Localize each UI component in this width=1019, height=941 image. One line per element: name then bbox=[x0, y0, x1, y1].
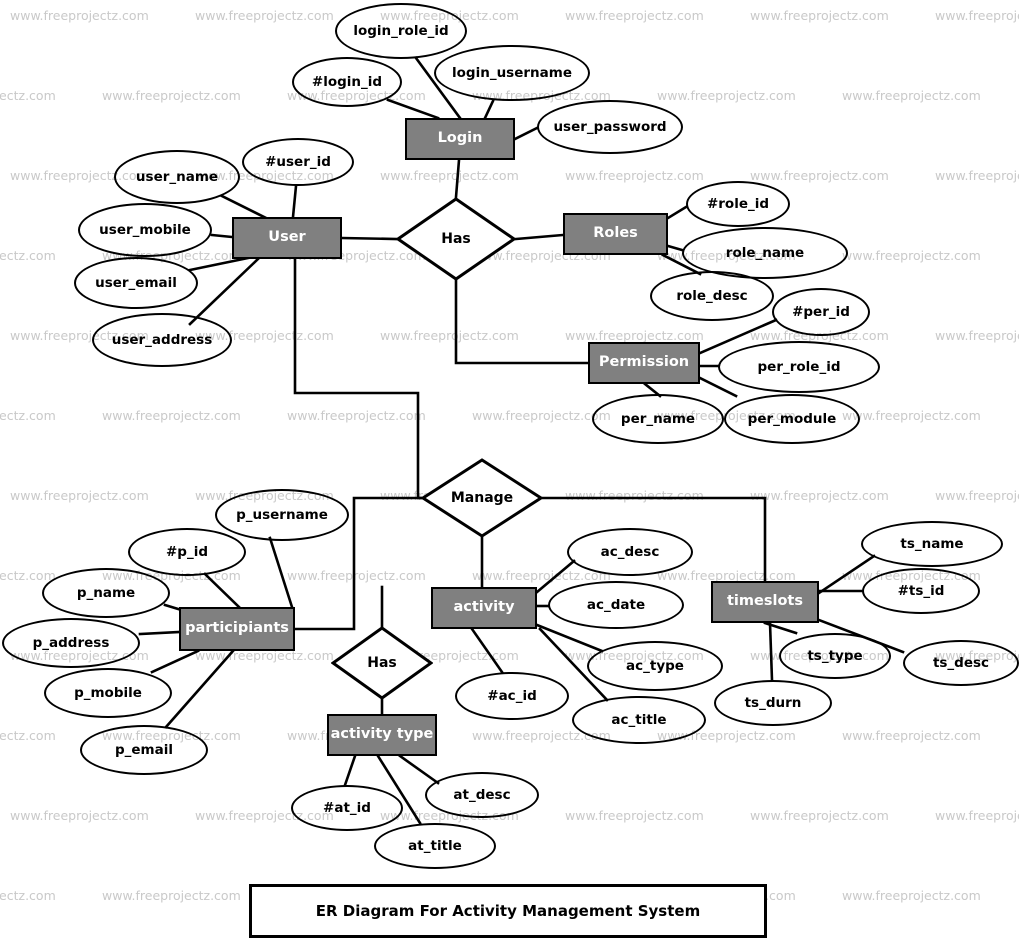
entity-timeslots[interactable]: timeslots bbox=[711, 581, 819, 623]
attribute-label: ts_name bbox=[900, 535, 964, 552]
attribute-p_email[interactable]: p_email bbox=[80, 725, 208, 775]
attribute-user_address[interactable]: user_address bbox=[92, 313, 232, 367]
attribute-per_id[interactable]: #per_id bbox=[772, 288, 870, 336]
entity-label: Roles bbox=[593, 225, 638, 242]
attribute-label: ts_durn bbox=[744, 694, 802, 711]
attribute-label: per_role_id bbox=[757, 358, 841, 375]
attribute-label: user_name bbox=[135, 168, 219, 185]
attribute-label: role_name bbox=[725, 244, 805, 261]
attribute-label: #ac_id bbox=[487, 687, 537, 704]
attribute-login_role_id[interactable]: login_role_id bbox=[335, 3, 467, 59]
er-diagram-canvas: www.freeprojectz.com www.freeprojectz.com… bbox=[0, 0, 1019, 941]
attribute-at_id[interactable]: #at_id bbox=[291, 785, 403, 831]
attribute-label: p_name bbox=[76, 584, 136, 601]
attribute-ac_title[interactable]: ac_title bbox=[572, 696, 706, 744]
entity-permission[interactable]: Permission bbox=[588, 342, 700, 384]
attribute-p_name[interactable]: p_name bbox=[42, 568, 170, 618]
attribute-user_mobile[interactable]: user_mobile bbox=[78, 203, 212, 257]
entity-participiants[interactable]: participiants bbox=[179, 607, 295, 651]
attribute-ac_desc[interactable]: ac_desc bbox=[567, 528, 693, 576]
attribute-label: #login_id bbox=[311, 73, 383, 90]
attribute-ts_durn[interactable]: ts_durn bbox=[714, 680, 832, 726]
entity-roles[interactable]: Roles bbox=[563, 213, 668, 255]
relationship-label: Has bbox=[367, 655, 397, 671]
entity-label: Permission bbox=[598, 354, 690, 371]
attribute-label: p_username bbox=[236, 506, 328, 523]
attribute-label: ac_desc bbox=[600, 543, 660, 560]
entity-label: User bbox=[268, 229, 306, 246]
attribute-user_email[interactable]: user_email bbox=[74, 257, 198, 309]
attribute-per_name[interactable]: per_name bbox=[592, 394, 724, 444]
attribute-at_title[interactable]: at_title bbox=[374, 823, 496, 869]
relationship-rel-has-user-roles[interactable]: Has bbox=[396, 197, 516, 281]
attribute-label: ac_title bbox=[611, 711, 667, 728]
attribute-label: #per_id bbox=[792, 303, 850, 320]
relationship-rel-has-activity-type[interactable]: Has bbox=[331, 626, 433, 700]
attribute-role_desc[interactable]: role_desc bbox=[650, 271, 774, 321]
attribute-label: user_mobile bbox=[99, 221, 191, 238]
attribute-user_password[interactable]: user_password bbox=[537, 100, 683, 154]
attribute-label: ac_type bbox=[626, 657, 684, 674]
entity-label: Login bbox=[437, 130, 483, 147]
entity-label: participiants bbox=[185, 620, 289, 637]
attribute-user_id[interactable]: #user_id bbox=[242, 138, 354, 186]
attribute-label: p_address bbox=[32, 634, 110, 651]
attribute-ac_type[interactable]: ac_type bbox=[587, 641, 723, 691]
attribute-ac_id[interactable]: #ac_id bbox=[455, 672, 569, 720]
diagram-caption-text: ER Diagram For Activity Management Syste… bbox=[315, 902, 701, 920]
attribute-per_role_id[interactable]: per_role_id bbox=[718, 341, 880, 393]
attribute-p_username[interactable]: p_username bbox=[215, 489, 349, 541]
attribute-label: per_name bbox=[620, 410, 696, 427]
attribute-label: login_role_id bbox=[353, 22, 449, 39]
attribute-label: user_email bbox=[95, 274, 177, 291]
attribute-label: ts_desc bbox=[932, 654, 990, 671]
attribute-ts_type[interactable]: ts_type bbox=[779, 633, 891, 679]
attribute-user_name[interactable]: user_name bbox=[114, 150, 240, 204]
attribute-label: ac_date bbox=[586, 596, 646, 613]
attribute-p_id[interactable]: #p_id bbox=[128, 528, 246, 576]
attribute-ts_id[interactable]: #ts_id bbox=[862, 568, 980, 614]
relationship-rel-manage[interactable]: Manage bbox=[421, 458, 543, 538]
attribute-ac_date[interactable]: ac_date bbox=[548, 581, 684, 629]
attribute-label: p_mobile bbox=[74, 684, 142, 701]
attribute-label: #p_id bbox=[165, 543, 209, 560]
entity-login[interactable]: Login bbox=[405, 118, 515, 160]
attribute-label: ts_type bbox=[807, 647, 863, 664]
entity-activity[interactable]: activity bbox=[431, 587, 537, 629]
entity-label: activity type bbox=[330, 726, 434, 743]
attribute-login_id[interactable]: #login_id bbox=[292, 57, 402, 107]
relationship-label: Has bbox=[441, 231, 471, 247]
diagram-caption: ER Diagram For Activity Management Syste… bbox=[249, 884, 767, 938]
attribute-per_module[interactable]: per_module bbox=[724, 394, 860, 444]
attribute-label: login_username bbox=[452, 64, 572, 81]
attribute-label: user_address bbox=[111, 331, 213, 348]
entity-activity_type[interactable]: activity type bbox=[327, 714, 437, 756]
node-layer: login_role_id #login_id login_usernameuser… bbox=[0, 0, 1019, 941]
attribute-at_desc[interactable]: at_desc bbox=[425, 772, 539, 818]
attribute-label: #user_id bbox=[265, 153, 331, 170]
attribute-label: #ts_id bbox=[897, 582, 945, 599]
attribute-label: at_desc bbox=[453, 786, 511, 803]
relationship-label: Manage bbox=[450, 490, 514, 506]
attribute-label: p_email bbox=[114, 741, 173, 758]
entity-user[interactable]: User bbox=[232, 217, 342, 259]
attribute-ts_name[interactable]: ts_name bbox=[861, 521, 1003, 567]
attribute-label: user_password bbox=[553, 118, 667, 135]
attribute-p_mobile[interactable]: p_mobile bbox=[44, 668, 172, 718]
attribute-label: #at_id bbox=[323, 799, 371, 816]
attribute-p_address[interactable]: p_address bbox=[2, 618, 140, 668]
attribute-login_username[interactable]: login_username bbox=[434, 45, 590, 101]
attribute-role_id[interactable]: #role_id bbox=[686, 181, 790, 227]
attribute-label: #role_id bbox=[706, 195, 770, 212]
entity-label: activity bbox=[453, 599, 515, 616]
attribute-label: role_desc bbox=[676, 287, 748, 304]
attribute-label: per_module bbox=[747, 410, 837, 427]
attribute-ts_desc[interactable]: ts_desc bbox=[903, 640, 1019, 686]
attribute-label: at_title bbox=[408, 837, 462, 854]
entity-label: timeslots bbox=[727, 593, 803, 610]
